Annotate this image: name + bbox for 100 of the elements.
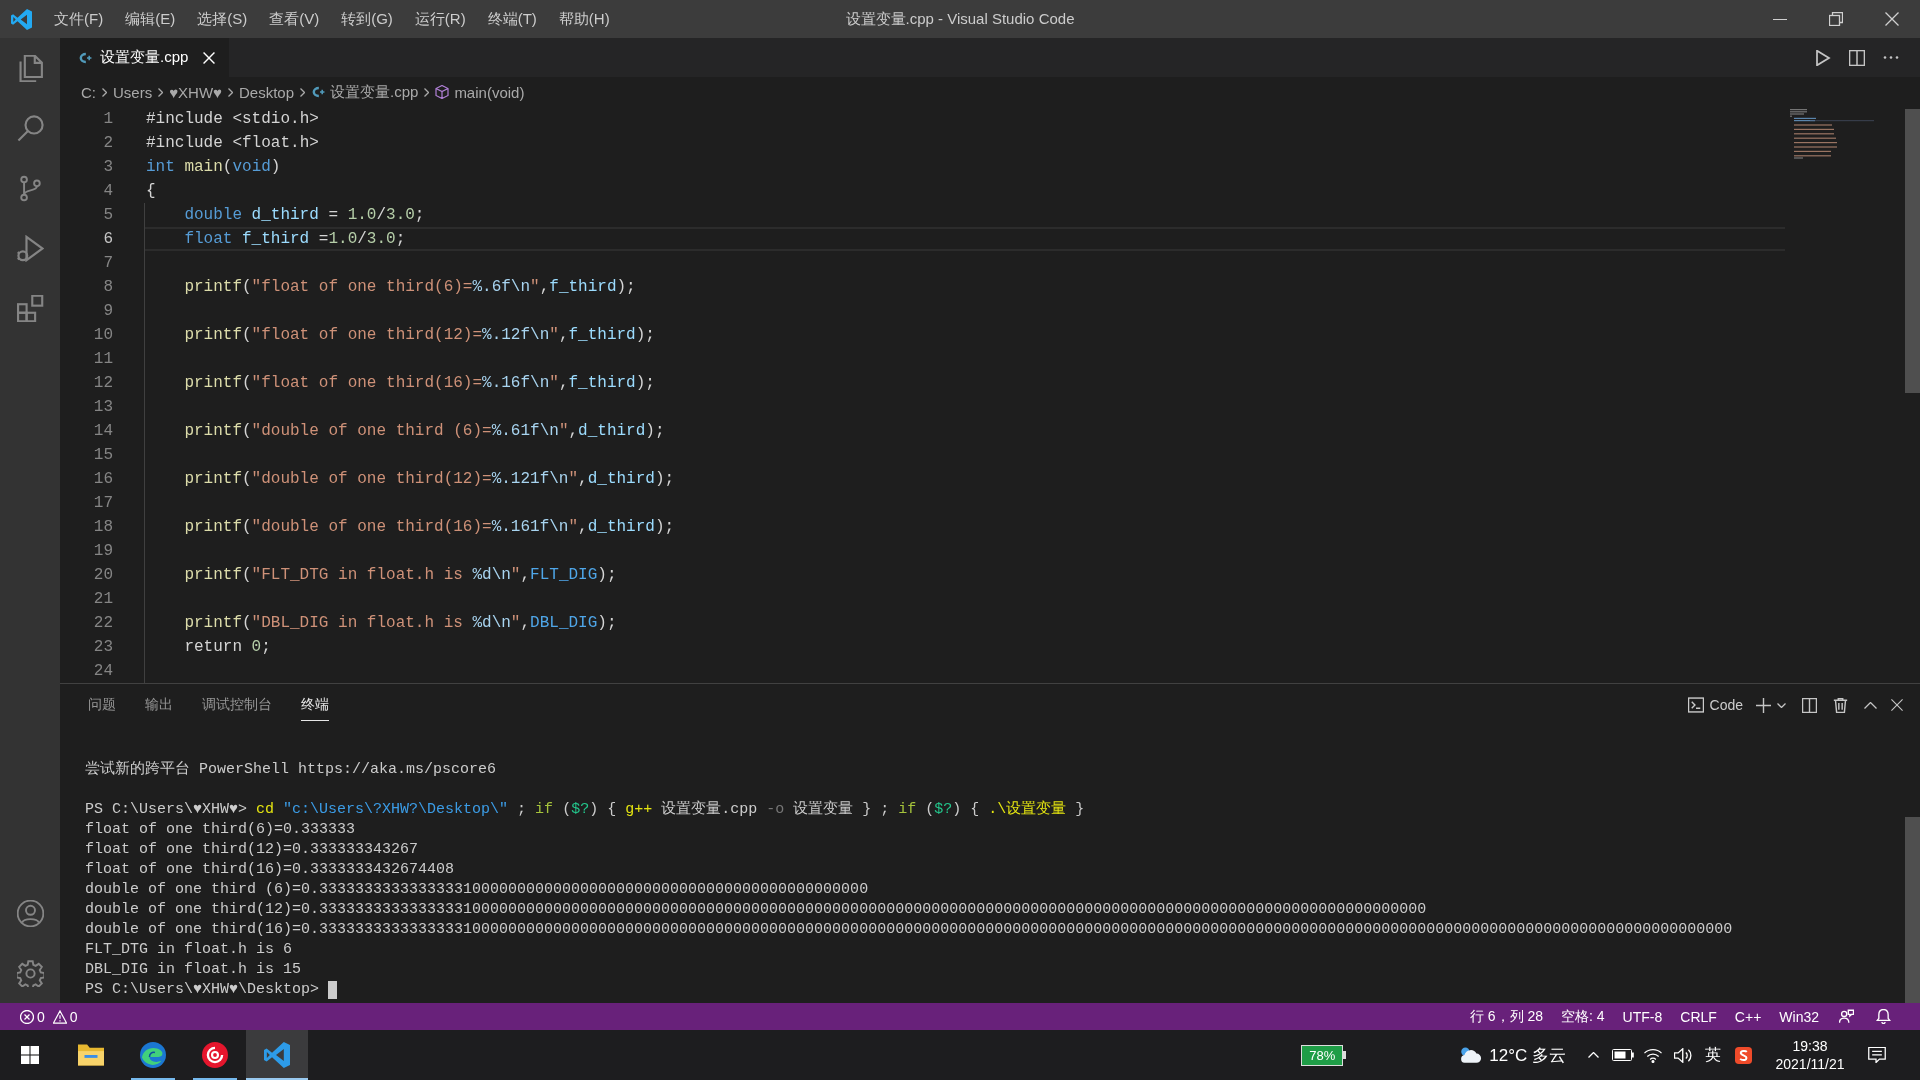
menu-item[interactable]: 编辑(E) <box>114 5 187 33</box>
account-icon[interactable] <box>16 899 44 927</box>
error-icon <box>20 1009 34 1024</box>
scrollbar[interactable] <box>1905 817 1920 1003</box>
warning-icon <box>52 1009 67 1024</box>
code-line: #include <stdio.h> <box>146 109 319 130</box>
status-item[interactable]: UTF-8 <box>1613 1003 1672 1030</box>
menu-item[interactable]: 文件(F) <box>43 5 115 33</box>
more-icon[interactable] <box>1883 56 1899 59</box>
wifi-icon[interactable] <box>1644 1047 1662 1063</box>
feedback-icon[interactable] <box>1839 1009 1854 1024</box>
code-line: return 0; <box>184 637 271 658</box>
scrollbar[interactable] <box>1905 109 1920 393</box>
line-number: 19 <box>92 541 113 562</box>
bell-icon[interactable] <box>1876 1009 1891 1024</box>
terminal-line: 尝试新的跨平台 PowerShell https://aka.ms/pscore6 <box>85 760 497 780</box>
weather-label[interactable]: 12°C 多云 <box>1489 1043 1566 1067</box>
line-number: 20 <box>92 565 113 586</box>
chevron-icon <box>300 87 305 97</box>
line-number: 5 <box>102 205 113 226</box>
app-logo-icon <box>11 8 32 30</box>
run-icon[interactable] <box>1815 49 1831 66</box>
line-number: 3 <box>102 157 113 178</box>
chevron-down-icon[interactable] <box>1777 702 1786 708</box>
trash-icon[interactable] <box>1833 697 1848 713</box>
cloud-icon[interactable] <box>1458 1046 1483 1064</box>
menu-item[interactable]: 运行(R) <box>403 5 477 33</box>
terminal-line: double of one third(16)=0.3333333333333333100000000000000000000000000000000000000000000000000000000000000000000000000000000000000000000000000000000000000000000000000000000000000000000 <box>85 920 1733 940</box>
line-number: 23 <box>92 637 113 658</box>
plus-icon[interactable] <box>1756 697 1771 713</box>
terminal-line: double of one third(12)=0.333333333333333310000000000000000000000000000000000000000000000000000000000000000000000000000000000000000000000000000000000 <box>85 900 1427 920</box>
split-editor-icon[interactable] <box>1849 49 1865 66</box>
line-number: 9 <box>102 301 113 322</box>
line-number: 11 <box>92 349 113 370</box>
terminal-line: float of one third(16)=0.3333333432674408 <box>85 860 455 880</box>
settings-icon[interactable] <box>16 959 44 987</box>
menu-item[interactable]: 帮助(H) <box>547 5 621 33</box>
run-debug-icon[interactable] <box>16 234 44 262</box>
split-terminal-icon[interactable] <box>1802 697 1817 713</box>
cpp-file-icon <box>78 50 92 65</box>
status-item[interactable]: C++ <box>1725 1003 1771 1030</box>
menu-item[interactable]: 终端(T) <box>476 5 548 33</box>
speaker-icon[interactable] <box>1674 1047 1692 1063</box>
code-line: printf("double of one third(12)=%.121f\n",d_third); <box>184 469 675 490</box>
panel-tab[interactable]: 终端 <box>301 690 329 721</box>
line-number: 16 <box>92 469 113 490</box>
cpp-file-icon <box>311 85 325 99</box>
line-number: 21 <box>92 589 113 610</box>
code-line: printf("FLT_DTG in float.h is %d\n",FLT_DIG); <box>184 565 617 586</box>
panel-tab[interactable]: 调试控制台 <box>202 690 272 721</box>
code-line: printf("double of one third (6)=%.61f\n",d_third); <box>184 421 665 442</box>
line-number: 17 <box>92 493 113 514</box>
terminal-line: FLT_DTG in float.h is 6 <box>85 940 293 960</box>
chevron-icon <box>158 87 164 97</box>
breadcrumb-item[interactable]: C: <box>81 83 96 101</box>
code-line: printf("float of one third(12)=%.12f\n",f_third); <box>184 325 655 346</box>
code-line: int main(void) <box>146 157 281 178</box>
search-icon[interactable] <box>16 114 44 142</box>
line-number: 15 <box>92 445 113 466</box>
menu-item[interactable]: 选择(S) <box>186 5 259 33</box>
terminal-selector[interactable]: Code <box>1687 697 1743 713</box>
line-number: 4 <box>102 181 113 202</box>
problems-indicator[interactable]: 0 0 <box>0 1003 92 1030</box>
menu-item[interactable]: 查看(V) <box>258 5 331 33</box>
status-item[interactable]: 空格: 4 <box>1552 1003 1614 1030</box>
code-line: #include <float.h> <box>146 133 319 154</box>
close-icon[interactable] <box>1885 12 1899 26</box>
battery-icon[interactable] <box>1612 1049 1634 1061</box>
browser-icon <box>140 1042 166 1068</box>
code-line: printf("DBL_DIG in float.h is %d\n",DBL_DIG); <box>184 613 617 634</box>
battery-indicator[interactable]: 78% <box>1301 1044 1347 1066</box>
terminal-line: PS C:\Users\♥XHW♥\Desktop> <box>85 980 320 1000</box>
windows-logo-icon[interactable] <box>21 1046 39 1064</box>
breadcrumb-item[interactable]: 设置变量.cpp <box>311 82 419 102</box>
restore-icon[interactable] <box>1829 12 1843 26</box>
extensions-icon[interactable] <box>16 294 44 322</box>
clock[interactable]: 19:38 2021/11/21 <box>1758 1037 1862 1073</box>
chevron-up-icon[interactable] <box>1864 701 1877 709</box>
panel-tab[interactable]: 输出 <box>145 690 173 721</box>
editor-tab[interactable]: 设置变量.cpp <box>60 38 230 77</box>
panel-tab[interactable]: 问题 <box>88 690 116 721</box>
breadcrumb-item[interactable]: main(void) <box>435 83 525 101</box>
input-method-icon[interactable] <box>1734 1046 1752 1064</box>
status-item[interactable]: Win32 <box>1770 1003 1828 1030</box>
notifications-icon[interactable] <box>1868 1047 1886 1063</box>
line-number: 8 <box>102 277 113 298</box>
files-icon[interactable] <box>16 54 44 82</box>
status-item[interactable]: CRLF <box>1671 1003 1726 1030</box>
taskbar-button[interactable] <box>246 1030 308 1080</box>
breadcrumb-item[interactable]: ♥XHW♥ <box>169 83 222 101</box>
line-number: 13 <box>92 397 113 418</box>
breadcrumb-item[interactable]: Users <box>113 83 153 101</box>
breadcrumb-item[interactable]: Desktop <box>239 83 294 101</box>
code-line: float f_third =1.0/3.0; <box>184 229 406 250</box>
minimize-icon[interactable] <box>1773 18 1787 20</box>
status-item[interactable]: 行 6，列 28 <box>1460 1003 1553 1030</box>
input-language-label[interactable]: 英 <box>1705 1044 1721 1066</box>
close-icon[interactable] <box>1891 699 1903 711</box>
menu-item[interactable]: 转到(G) <box>330 5 404 33</box>
line-number: 10 <box>92 325 113 346</box>
